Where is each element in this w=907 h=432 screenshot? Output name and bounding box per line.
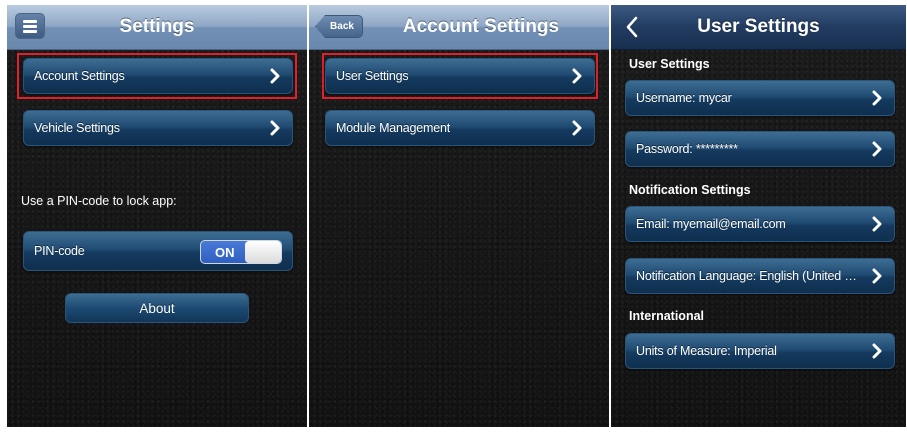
chevron-right-icon bbox=[872, 90, 882, 106]
pin-hint-text: Use a PIN-code to lock app: bbox=[21, 194, 177, 208]
hamburger-menu-icon[interactable] bbox=[15, 13, 45, 39]
section-header-user-settings: User Settings bbox=[629, 57, 710, 71]
chevron-right-icon bbox=[572, 120, 582, 136]
user-settings-button[interactable]: User Settings bbox=[325, 58, 595, 94]
chevron-right-icon bbox=[872, 343, 882, 359]
cell-label: Units of Measure: Imperial bbox=[636, 344, 777, 358]
page-title: Settings bbox=[119, 16, 195, 37]
email-cell[interactable]: Email: myemail@email.com bbox=[625, 206, 895, 242]
toggle-knob bbox=[245, 241, 281, 263]
chevron-right-icon bbox=[872, 268, 882, 284]
cell-label: Vehicle Settings bbox=[34, 121, 120, 135]
notification-language-cell[interactable]: Notification Language: English (United S… bbox=[625, 258, 895, 294]
chevron-left-icon[interactable] bbox=[625, 13, 639, 41]
chevron-right-icon bbox=[270, 68, 280, 84]
units-of-measure-cell[interactable]: Units of Measure: Imperial bbox=[625, 333, 895, 369]
navbar: Settings bbox=[7, 5, 307, 50]
navbar: User Settings bbox=[611, 5, 906, 50]
settings-screen: Settings Account Settings Vehicle Settin… bbox=[7, 5, 307, 427]
account-settings-button[interactable]: Account Settings bbox=[23, 58, 293, 94]
cell-label: Username: mycar bbox=[636, 91, 732, 105]
username-cell[interactable]: Username: mycar bbox=[625, 80, 895, 116]
cell-label: Notification Language: English (United S… bbox=[636, 269, 864, 283]
section-header-notification-settings: Notification Settings bbox=[629, 183, 751, 197]
page-title: User Settings bbox=[697, 16, 820, 37]
pin-code-row: PIN-code ON bbox=[23, 231, 293, 271]
module-management-button[interactable]: Module Management bbox=[325, 110, 595, 146]
chevron-right-icon bbox=[872, 141, 882, 157]
user-settings-screen: User Settings User Settings Username: my… bbox=[611, 5, 906, 427]
pin-code-label: PIN-code bbox=[34, 244, 85, 258]
section-header-international: International bbox=[629, 309, 705, 323]
chevron-right-icon bbox=[872, 216, 882, 232]
chevron-right-icon bbox=[270, 120, 280, 136]
account-settings-screen: Back Account Settings User Settings Modu… bbox=[309, 5, 609, 427]
vehicle-settings-button[interactable]: Vehicle Settings bbox=[23, 110, 293, 146]
navbar: Back Account Settings bbox=[309, 5, 609, 50]
cell-label: Account Settings bbox=[34, 69, 125, 83]
pin-code-toggle[interactable]: ON bbox=[200, 240, 282, 264]
page-title: Account Settings bbox=[402, 16, 560, 37]
cell-label: User Settings bbox=[336, 69, 409, 83]
toggle-state-label: ON bbox=[215, 245, 235, 260]
chevron-right-icon bbox=[572, 68, 582, 84]
cell-label: Module Management bbox=[336, 121, 451, 135]
cell-label: Password: ********* bbox=[636, 142, 738, 156]
cell-label: Email: myemail@email.com bbox=[636, 217, 786, 231]
back-button[interactable]: Back bbox=[315, 15, 363, 38]
about-button[interactable]: About bbox=[65, 293, 249, 323]
password-cell[interactable]: Password: ********* bbox=[625, 131, 895, 167]
